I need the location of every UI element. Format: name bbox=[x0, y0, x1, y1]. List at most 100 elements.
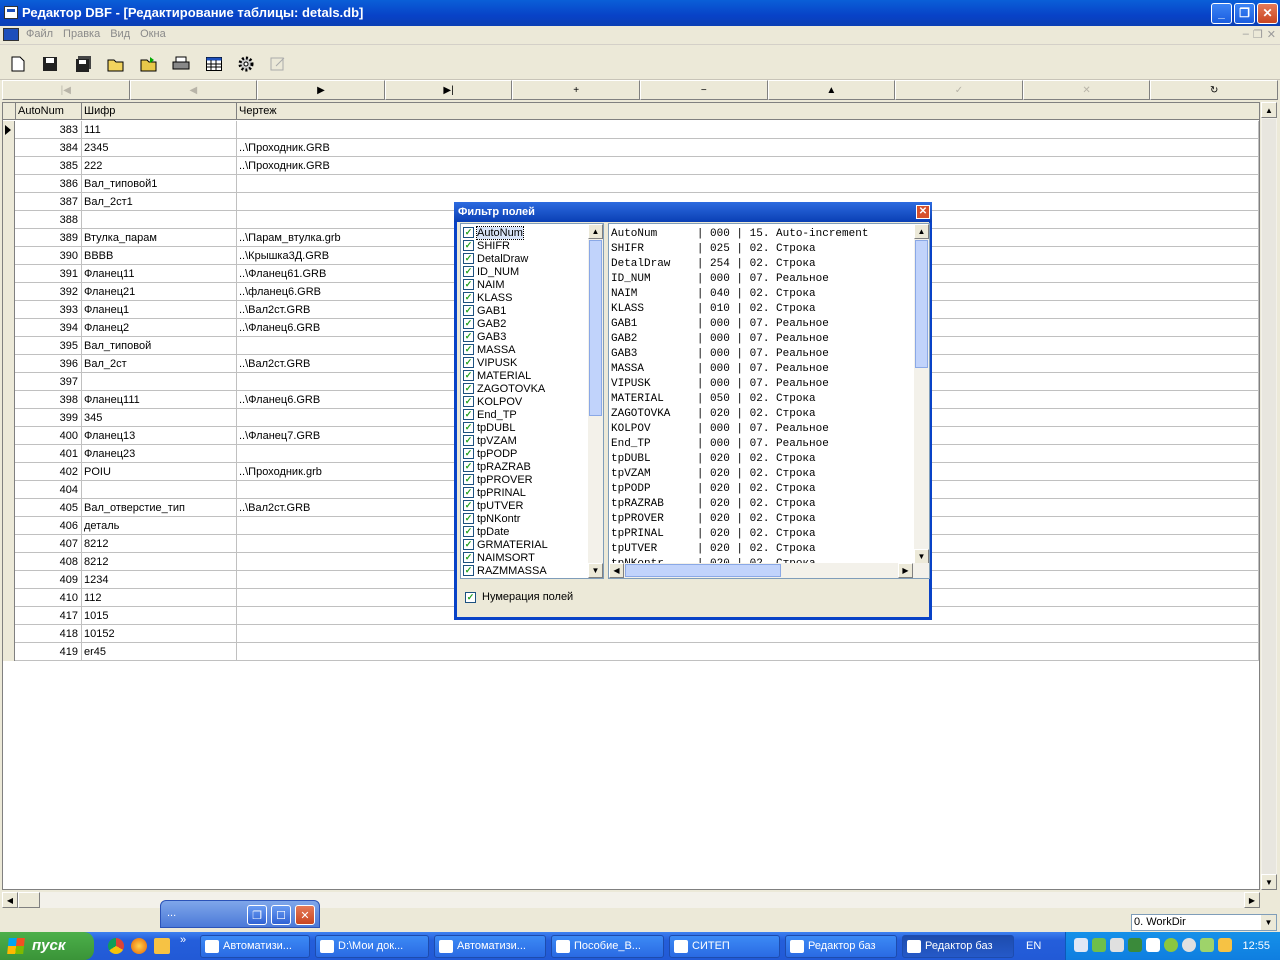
cell-autonum[interactable]: 383 bbox=[16, 121, 82, 139]
row-indicator[interactable] bbox=[3, 517, 15, 535]
field-checkbox-item[interactable]: ✓ ZAGOTOVKA bbox=[463, 382, 545, 395]
cell-shifr[interactable] bbox=[82, 481, 237, 499]
checkbox-icon[interactable]: ✓ bbox=[463, 279, 474, 290]
cell-shifr[interactable]: 1234 bbox=[82, 571, 237, 589]
row-indicator[interactable] bbox=[3, 625, 15, 643]
cell-shifr[interactable] bbox=[82, 373, 237, 391]
cell-drawing[interactable] bbox=[237, 175, 1259, 193]
row-indicator[interactable] bbox=[3, 553, 15, 571]
checkbox-icon[interactable]: ✓ bbox=[463, 331, 474, 342]
row-indicator[interactable] bbox=[3, 193, 15, 211]
scroll-down-icon[interactable]: ▼ bbox=[1261, 874, 1277, 890]
delete-record-button[interactable]: − bbox=[639, 80, 768, 100]
field-checkbox-item[interactable]: ✓ KOLPOV bbox=[463, 395, 522, 408]
cell-autonum[interactable]: 397 bbox=[16, 373, 82, 391]
checkbox-icon[interactable]: ✓ bbox=[465, 591, 476, 603]
info-hscroll-thumb[interactable] bbox=[625, 564, 781, 577]
cell-shifr[interactable]: BBBB bbox=[82, 247, 237, 265]
minimized-child-window[interactable]: ... ❐ ☐ ✕ bbox=[160, 900, 320, 928]
row-indicator[interactable] bbox=[3, 175, 15, 193]
quicklaunch-app-icon[interactable] bbox=[154, 938, 170, 954]
cell-autonum[interactable]: 399 bbox=[16, 409, 82, 427]
column-header-autonum[interactable]: AutoNum bbox=[16, 103, 82, 120]
taskbar-button[interactable]: D:\Мои док... bbox=[315, 935, 429, 958]
cell-autonum[interactable]: 410 bbox=[16, 589, 82, 607]
cell-shifr[interactable]: Фланец13 bbox=[82, 427, 237, 445]
cell-autonum[interactable]: 402 bbox=[16, 463, 82, 481]
checkbox-icon[interactable]: ✓ bbox=[463, 409, 474, 420]
cell-shifr[interactable]: er45 bbox=[82, 643, 237, 661]
checkbox-icon[interactable]: ✓ bbox=[463, 266, 474, 277]
cell-autonum[interactable]: 390 bbox=[16, 247, 82, 265]
cell-shifr[interactable]: Фланец23 bbox=[82, 445, 237, 463]
field-checkbox-item[interactable]: ✓ tpPRINAL bbox=[463, 486, 526, 499]
field-info-box[interactable]: AutoNum | 000 | 15. Auto-increment SHIFR… bbox=[608, 223, 930, 579]
row-indicator[interactable] bbox=[3, 535, 15, 553]
tray-app-icon[interactable] bbox=[1164, 938, 1178, 952]
mdi-child-icon[interactable] bbox=[3, 28, 19, 41]
minimized-close-button[interactable]: ✕ bbox=[295, 905, 315, 925]
child-minimize-button[interactable]: – bbox=[1243, 28, 1249, 41]
network-icon[interactable] bbox=[1092, 938, 1106, 952]
cell-shifr[interactable]: Вал_отверстие_тип bbox=[82, 499, 237, 517]
numbering-checkbox[interactable]: ✓ Нумерация полей bbox=[465, 591, 573, 603]
checkbox-icon[interactable]: ✓ bbox=[463, 487, 474, 498]
chevron-down-icon[interactable]: ▼ bbox=[1261, 915, 1276, 930]
cell-autonum[interactable]: 406 bbox=[16, 517, 82, 535]
row-indicator[interactable] bbox=[3, 301, 15, 319]
table-row[interactable]: 385 222 ..\Проходник.GRB bbox=[3, 157, 1259, 175]
checkbox-icon[interactable]: ✓ bbox=[463, 500, 474, 511]
row-indicator[interactable] bbox=[3, 121, 15, 139]
table-row[interactable]: 418 10152 bbox=[3, 625, 1259, 643]
row-indicator[interactable] bbox=[3, 373, 15, 391]
field-checkbox-item[interactable]: ✓ GAB1 bbox=[463, 304, 506, 317]
dialog-close-button[interactable]: ✕ bbox=[916, 205, 930, 219]
field-checkbox-item[interactable]: ✓ tpUTVER bbox=[463, 499, 523, 512]
row-indicator[interactable] bbox=[3, 481, 15, 499]
field-checkbox-item[interactable]: ✓ tpRAZRAB bbox=[463, 460, 531, 473]
tray-app-icon[interactable] bbox=[1110, 938, 1124, 952]
field-checkbox-item[interactable]: ✓ DetalDraw bbox=[463, 252, 528, 265]
field-checkbox-item[interactable]: ✓ tpNKontr bbox=[463, 512, 520, 525]
cell-autonum[interactable]: 401 bbox=[16, 445, 82, 463]
field-checkbox-item[interactable]: ✓ MASSA bbox=[463, 343, 516, 356]
field-list-scroll-thumb[interactable] bbox=[589, 240, 602, 416]
usb-icon[interactable] bbox=[1146, 938, 1160, 952]
taskbar-button[interactable]: Пособие_В... bbox=[551, 935, 664, 958]
scroll-up-icon[interactable]: ▲ bbox=[914, 224, 929, 239]
field-checkbox-item[interactable]: ✓ VIPUSK bbox=[463, 356, 517, 369]
cell-autonum[interactable]: 419 bbox=[16, 643, 82, 661]
table-row[interactable]: 386 Вал_типовой1 bbox=[3, 175, 1259, 193]
cell-shifr[interactable] bbox=[82, 211, 237, 229]
insert-record-button[interactable]: + bbox=[512, 80, 640, 100]
field-checkbox-item[interactable]: ✓ tpDate bbox=[463, 525, 509, 538]
cell-shifr[interactable]: 112 bbox=[82, 589, 237, 607]
cell-shifr[interactable]: Вал_2ст1 bbox=[82, 193, 237, 211]
field-checkbox-item[interactable]: ✓ tpPODP bbox=[463, 447, 517, 460]
workdir-select[interactable]: 0. WorkDir ▼ bbox=[1131, 914, 1277, 931]
volume-icon[interactable] bbox=[1074, 938, 1088, 952]
settings-icon[interactable] bbox=[236, 54, 256, 74]
field-checkbox-item[interactable]: ✓ GAB3 bbox=[463, 330, 506, 343]
checkbox-icon[interactable]: ✓ bbox=[463, 578, 474, 579]
scroll-track[interactable] bbox=[1262, 119, 1276, 889]
field-checkbox-item[interactable]: ✓ NAIMSORT bbox=[463, 551, 535, 564]
print-icon[interactable] bbox=[171, 54, 191, 74]
row-indicator[interactable] bbox=[3, 283, 15, 301]
info-scroll-thumb[interactable] bbox=[915, 240, 928, 368]
cell-shifr[interactable]: Вал_типовой1 bbox=[82, 175, 237, 193]
cell-shifr[interactable]: 8212 bbox=[82, 535, 237, 553]
checkbox-icon[interactable]: ✓ bbox=[463, 292, 474, 303]
cell-shifr[interactable]: 1015 bbox=[82, 607, 237, 625]
cell-drawing[interactable]: ..\Проходник.GRB bbox=[237, 157, 1259, 175]
checkbox-icon[interactable]: ✓ bbox=[463, 383, 474, 394]
table-row[interactable]: 419 er45 bbox=[3, 643, 1259, 661]
cell-autonum[interactable]: 386 bbox=[16, 175, 82, 193]
checkbox-icon[interactable]: ✓ bbox=[463, 240, 474, 251]
checkbox-icon[interactable]: ✓ bbox=[463, 370, 474, 381]
cell-autonum[interactable]: 385 bbox=[16, 157, 82, 175]
cell-drawing[interactable] bbox=[237, 625, 1259, 643]
field-checklist[interactable]: ✓ AutoNum ✓ SHIFR ✓ DetalDraw ✓ ID_NUM ✓ NAIM ✓ KLA… bbox=[460, 223, 604, 579]
cell-shifr[interactable]: Фланец111 bbox=[82, 391, 237, 409]
checkbox-icon[interactable]: ✓ bbox=[463, 474, 474, 485]
